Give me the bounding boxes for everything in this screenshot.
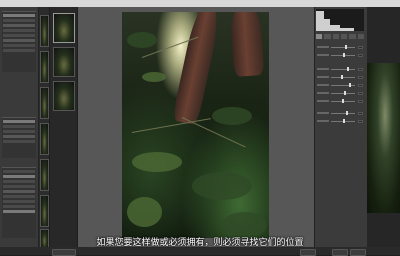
tab[interactable] (324, 34, 331, 39)
panel-row[interactable] (3, 205, 35, 208)
panel-row[interactable] (3, 34, 35, 37)
thumbnail[interactable] (53, 81, 75, 111)
panel-row[interactable] (3, 195, 35, 198)
histogram (316, 9, 364, 31)
adjustment-tabs (316, 34, 364, 39)
tab[interactable] (340, 34, 348, 39)
panel-row[interactable] (3, 39, 35, 42)
tab[interactable] (332, 34, 339, 39)
menu-bar (0, 0, 400, 7)
thumbnail[interactable] (40, 87, 49, 119)
slider[interactable] (317, 45, 363, 49)
slider[interactable] (317, 99, 363, 103)
panel-row[interactable] (3, 200, 35, 203)
panel-row[interactable] (3, 175, 35, 178)
tree-trunk (171, 12, 223, 126)
second-image-preview (367, 7, 400, 247)
left-panel (0, 7, 39, 255)
video-subtitle: 如果您要这样做或必须拥有，则必须寻找它们的位置 (96, 238, 304, 248)
panel-row[interactable] (3, 170, 35, 173)
foliage (192, 172, 252, 200)
filmstrip-narrow (39, 7, 49, 255)
panel-row[interactable] (3, 130, 35, 133)
foliage (127, 32, 157, 48)
slider[interactable] (317, 83, 363, 87)
slider[interactable] (317, 67, 363, 71)
forest-photo (122, 12, 269, 238)
tree-trunk (229, 12, 265, 77)
thumbnail[interactable] (40, 51, 49, 83)
right-panel (314, 7, 367, 247)
slider[interactable] (317, 111, 363, 115)
panel-row[interactable] (3, 24, 35, 27)
preview-thumbnail[interactable] (367, 63, 400, 213)
panel-row[interactable] (3, 29, 35, 32)
histogram-peak (330, 25, 340, 31)
panel-row[interactable] (3, 19, 35, 22)
foliage (127, 197, 162, 227)
foliage (142, 72, 166, 82)
slider[interactable] (317, 91, 363, 95)
histogram-peak (340, 28, 354, 31)
panel-row[interactable] (3, 14, 35, 17)
foliage (222, 212, 267, 238)
slider[interactable] (317, 119, 363, 123)
panel-row[interactable] (3, 49, 35, 52)
panel-row[interactable] (3, 120, 35, 123)
thumbnail[interactable] (40, 159, 49, 191)
thumbnail[interactable] (53, 47, 75, 77)
left-panel-section (2, 117, 36, 158)
panel-row[interactable] (3, 210, 35, 213)
thumbnail[interactable] (40, 123, 49, 155)
panel-row[interactable] (3, 135, 35, 138)
slider[interactable] (317, 75, 363, 79)
tab-basic[interactable] (316, 34, 323, 39)
foliage (132, 152, 182, 172)
thumbnail[interactable] (40, 195, 49, 227)
panel-row[interactable] (3, 190, 35, 193)
tab[interactable] (349, 34, 356, 39)
slider[interactable] (317, 53, 363, 57)
histogram-peak (316, 11, 324, 31)
thumbnail[interactable] (53, 13, 75, 43)
left-panel-section (2, 167, 36, 238)
panel-row[interactable] (3, 125, 35, 128)
panel-row[interactable] (3, 140, 35, 143)
left-panel-section (2, 11, 36, 72)
foliage (212, 107, 252, 125)
panel-row[interactable] (3, 44, 35, 47)
tab[interactable] (357, 34, 364, 39)
thumbnail[interactable] (40, 15, 49, 47)
panel-row[interactable] (3, 185, 35, 188)
panel-row[interactable] (3, 180, 35, 183)
filmstrip (50, 7, 77, 255)
